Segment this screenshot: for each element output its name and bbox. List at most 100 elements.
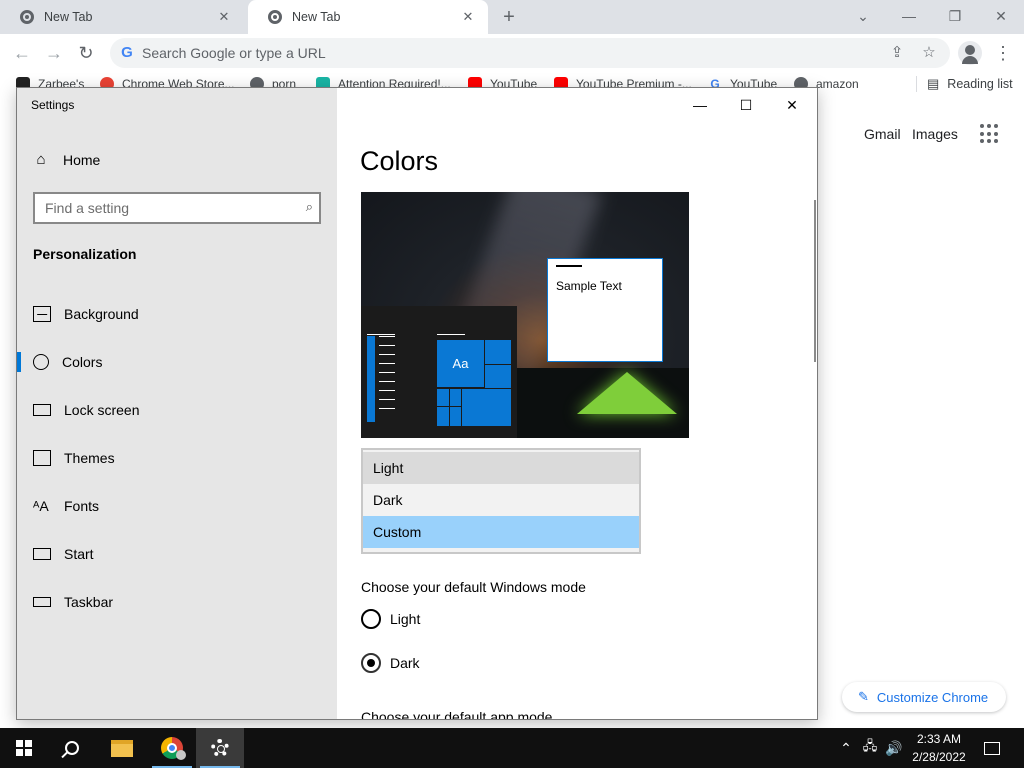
minimize-icon[interactable]: — — [886, 3, 932, 29]
sidebar-item-label: Start — [64, 546, 94, 562]
bookmark-label: amazon — [816, 77, 859, 91]
windows-mode-label: Choose your default Windows mode — [361, 579, 586, 595]
home-label: Home — [63, 152, 101, 168]
windows-logo-icon — [16, 740, 32, 756]
sidebar-item-colors[interactable]: Colors — [17, 342, 337, 382]
bookmark-star-icon[interactable]: ☆ — [920, 44, 938, 62]
clock-time: 2:33 AM — [916, 732, 962, 746]
back-arrow-icon[interactable]: ← — [10, 41, 34, 65]
start-icon — [33, 548, 51, 560]
profile-avatar-icon[interactable] — [958, 41, 982, 65]
sidebar-item-lock-screen[interactable]: Lock screen — [17, 390, 337, 430]
settings-home-link[interactable]: ⌂ Home — [33, 151, 101, 169]
windows-mode-light-radio[interactable]: Light — [361, 609, 420, 629]
clock-date: 2/28/2022 — [912, 750, 966, 764]
close-window-icon[interactable]: ✕ — [769, 92, 815, 118]
taskbar-search-button[interactable] — [48, 728, 96, 768]
theme-preview: Aa Sample Text — [361, 192, 689, 438]
chrome-favicon-icon — [268, 10, 282, 24]
app-mode-label: Choose your default app mode — [361, 709, 553, 720]
customize-chrome-button[interactable]: ✎ Customize Chrome — [842, 682, 1006, 712]
sidebar-item-taskbar[interactable]: Taskbar — [17, 582, 337, 622]
action-center-button[interactable] — [976, 728, 1008, 768]
google-g-icon: G — [121, 44, 133, 61]
gear-icon — [211, 739, 229, 757]
show-hidden-icons-chevron-icon[interactable]: ⌃ — [836, 728, 856, 768]
reading-list-button[interactable]: ▤ Reading list — [916, 76, 1013, 92]
browser-tab[interactable]: New Tab ✕ — [0, 0, 244, 34]
sidebar-item-label: Fonts — [64, 498, 100, 514]
radio-button-icon[interactable] — [361, 609, 381, 629]
maximize-icon[interactable]: ☐ — [723, 92, 769, 118]
color-mode-dropdown[interactable]: Light Dark Custom — [361, 448, 641, 554]
share-icon[interactable]: ⇪ — [888, 44, 906, 62]
sidebar-item-label: Taskbar — [64, 594, 114, 610]
network-icon[interactable]: 🖧 — [858, 728, 882, 768]
search-icon — [65, 741, 79, 755]
tent-graphic — [577, 372, 677, 414]
radio-label: Dark — [390, 655, 420, 671]
taskbar-clock[interactable]: 2:33 AM 2/28/2022 — [904, 730, 974, 766]
omnibox[interactable]: G Search Google or type a URL ⇪ ☆ — [110, 38, 950, 68]
find-setting-search-box[interactable]: ⌕ — [33, 192, 321, 224]
picture-icon — [33, 306, 51, 322]
browser-tab-active[interactable]: New Tab ✕ — [248, 0, 488, 34]
sidebar-item-themes[interactable]: Themes — [17, 438, 337, 478]
sidebar-item-label: Background — [64, 306, 139, 322]
scrollbar[interactable] — [814, 200, 816, 362]
windows-mode-dark-radio[interactable]: Dark — [361, 653, 420, 673]
restore-icon[interactable]: ❐ — [932, 3, 978, 29]
volume-icon[interactable]: 🔊 — [882, 728, 906, 768]
themes-icon — [33, 450, 51, 466]
settings-window-title: Settings — [31, 98, 75, 112]
gmail-link[interactable]: Gmail — [864, 126, 901, 142]
customize-chrome-label: Customize Chrome — [876, 689, 989, 705]
preview-sample-text: Sample Text — [556, 279, 622, 293]
preview-sample-window: Sample Text — [547, 258, 663, 362]
color-option-light[interactable]: Light — [363, 452, 639, 484]
close-tab-icon[interactable]: ✕ — [216, 9, 232, 25]
reload-icon[interactable]: ↻ — [74, 41, 98, 65]
settings-content: — ☐ ✕ Colors Aa Sample Text Light Dark C… — [337, 88, 817, 719]
close-window-icon[interactable]: ✕ — [978, 3, 1024, 29]
color-option-custom[interactable]: Custom — [363, 516, 639, 548]
close-tab-icon[interactable]: ✕ — [460, 9, 476, 25]
pencil-icon: ✎ — [858, 689, 869, 704]
browser-toolbar: ← → ↻ G Search Google or type a URL ⇪ ☆ … — [0, 34, 1024, 72]
tab-title: New Tab — [44, 10, 93, 24]
images-link[interactable]: Images — [912, 126, 958, 142]
windows-taskbar: ⌃ 🖧 🔊 2:33 AM 2/28/2022 — [0, 728, 1024, 768]
find-setting-input[interactable] — [45, 199, 295, 217]
taskbar-icon — [33, 597, 51, 607]
home-icon: ⌂ — [36, 151, 46, 168]
forward-arrow-icon[interactable]: → — [42, 41, 66, 65]
chrome-menu-kebab-icon[interactable]: ⋮ — [994, 41, 1012, 65]
reading-list-icon: ▤ — [927, 76, 940, 91]
personalization-heading: Personalization — [33, 246, 137, 262]
radio-button-checked-icon[interactable] — [361, 653, 381, 673]
omnibox-placeholder[interactable]: Search Google or type a URL — [142, 45, 326, 61]
search-icon[interactable]: ⌕ — [306, 199, 313, 215]
preview-start-menu: Aa — [361, 306, 517, 438]
settings-taskbar-button[interactable] — [196, 728, 244, 768]
google-apps-grid-icon[interactable] — [980, 124, 1000, 144]
tab-strip: New Tab ✕ New Tab ✕ + ⌄ — ❐ ✕ — [0, 0, 1024, 34]
folder-icon — [111, 739, 133, 757]
palette-icon — [33, 354, 49, 370]
file-explorer-button[interactable] — [98, 728, 146, 768]
sidebar-item-fonts[interactable]: ᴬA Fonts — [17, 486, 337, 526]
sidebar-item-start[interactable]: Start — [17, 534, 337, 574]
page-title: Colors — [360, 146, 439, 176]
color-option-dark[interactable]: Dark — [363, 484, 639, 516]
tab-search-chevron-icon[interactable]: ⌄ — [840, 3, 886, 29]
preview-tiles: Aa — [437, 340, 511, 426]
reading-list-label: Reading list — [947, 77, 1013, 91]
start-button[interactable] — [0, 728, 48, 768]
settings-window: Settings ⌂ Home ⌕ Personalization Backgr… — [16, 87, 818, 720]
sidebar-item-background[interactable]: Background — [17, 294, 337, 334]
notification-icon — [984, 741, 1000, 755]
minimize-icon[interactable]: — — [677, 92, 723, 118]
chrome-taskbar-button[interactable] — [148, 728, 196, 768]
profile-badge-icon — [176, 750, 186, 760]
new-tab-plus-icon[interactable]: + — [498, 5, 520, 29]
